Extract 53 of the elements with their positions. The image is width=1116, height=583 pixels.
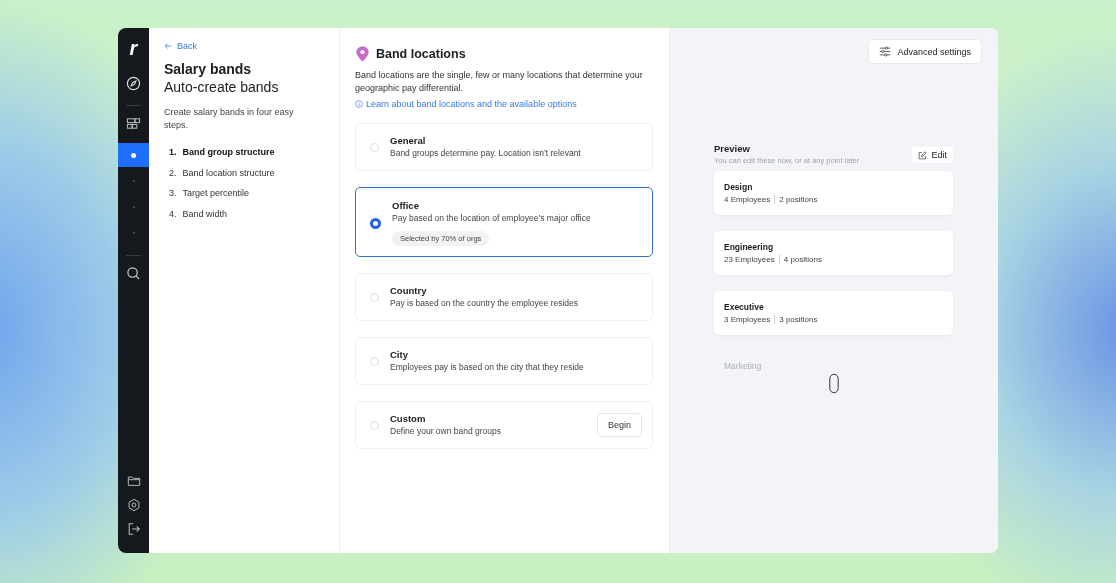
preview-title: Preview [714,143,751,154]
option-description: Band groups determine pay. Location isn’t relevant [390,146,582,160]
begin-button[interactable]: Begin [596,413,642,437]
arrow-left-icon [164,42,172,50]
step-item[interactable]: 3. Target percentile [164,183,324,204]
option-description: Define your own band groups [390,424,503,438]
option-card[interactable]: City Employees pay is based on the city that they reside [355,337,653,385]
edit-icon [918,150,928,160]
advanced-settings-button[interactable]: Advanced settings [868,39,982,64]
option-title: Office [392,200,420,212]
option-title: General [390,134,427,147]
step-item[interactable]: 1. Band group structure [164,142,324,163]
edit-button[interactable]: Edit [912,147,953,163]
logo: r [129,38,138,58]
group-name: Design [724,182,754,192]
compass-icon[interactable] [126,76,141,91]
option-description: Pay based on the location of employee’s major office [392,212,592,225]
option-title: Country [390,284,428,297]
blocks-icon[interactable] [126,116,141,131]
position-count: 2 positions [779,195,818,204]
group-name: Engineering [724,242,775,252]
step-item[interactable]: 4. Band width [164,203,324,224]
sliders-icon [879,46,892,57]
page-subtitle: Auto-create bands [164,78,280,96]
option-description: Pay is based on the country the employee resides [390,296,580,310]
group-name: Marketing [724,361,763,371]
position-count: 4 positions [783,255,822,264]
page-title: Salary bands [164,61,253,78]
location-pin-icon [355,45,370,63]
option-title: Custom [390,412,427,425]
back-link[interactable]: Back [164,41,324,51]
intro-text: Create salary bands in four easy steps. [164,106,295,132]
option-card[interactable]: General Band groups determine pay. Location isn’t relevant [355,123,653,171]
option-title: City [390,348,409,361]
step-item[interactable]: 2. Band location structure [164,162,324,183]
search-icon[interactable] [126,266,141,281]
position-count: 3 positions [779,315,818,324]
settings-icon[interactable] [126,498,141,512]
section-description: Band locations are the single, few or many locations that determine your geographic pay differential. [355,69,644,95]
employee-count: 4 Employees [724,195,771,204]
group-name: Executive [724,302,765,312]
employee-count: 3 Employees [724,315,771,324]
logout-icon[interactable] [126,522,141,536]
mouse-scroll-icon [828,373,839,394]
option-card[interactable]: Country Pay is based on the country the employee resides [355,273,653,321]
radio-button[interactable] [370,217,381,229]
info-icon [355,100,363,108]
option-card[interactable]: Custom Define your own band groups Begin [355,401,653,449]
section-title: Band locations [376,47,466,61]
learn-more-link[interactable]: Learn about band locations and the available options [355,99,653,109]
folder-icon[interactable] [126,474,141,488]
option-description: Employees pay is based on the city that they reside [390,360,585,374]
employee-count: 23 Employees [724,255,775,264]
